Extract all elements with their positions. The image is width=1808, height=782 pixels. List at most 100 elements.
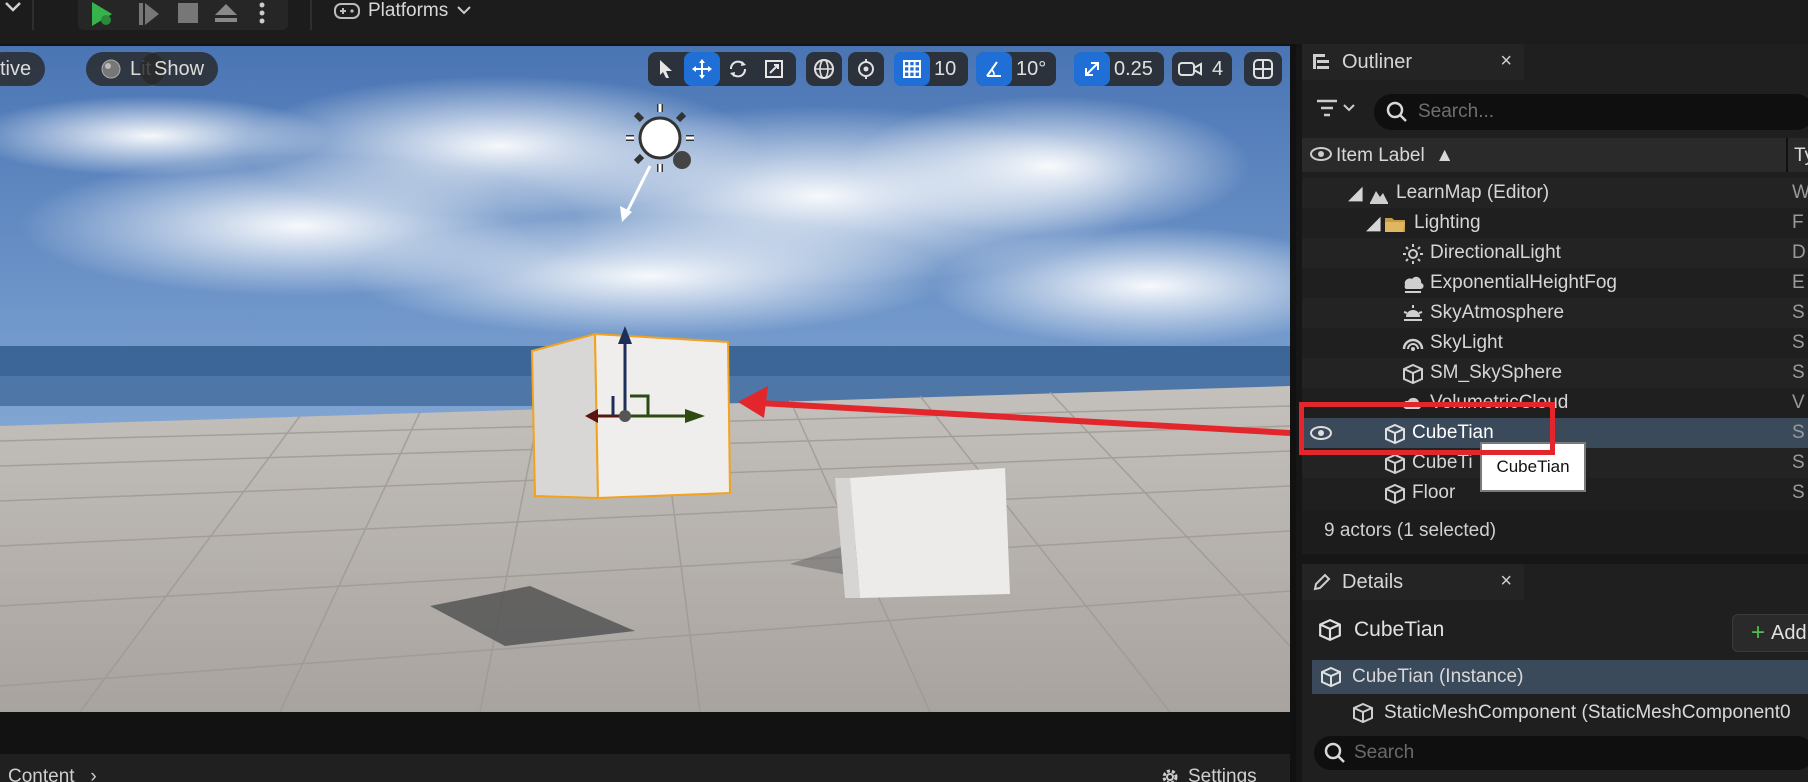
details-search-input[interactable]: Search — [1314, 736, 1808, 770]
eject-icon[interactable] — [212, 0, 240, 28]
transform-tools — [648, 52, 796, 86]
settings-button[interactable]: Settings — [1160, 766, 1257, 782]
close-icon[interactable]: × — [1500, 570, 1512, 593]
viewport-scene[interactable] — [0, 46, 1290, 712]
expand-arrow-icon[interactable]: ◢ — [1348, 182, 1363, 205]
scale-tool-icon[interactable] — [756, 52, 792, 86]
tab-details[interactable]: Details × — [1302, 564, 1524, 600]
chevron-right-icon: › — [79, 766, 97, 782]
search-icon — [1324, 742, 1345, 763]
outliner-search-input[interactable]: Search... — [1374, 94, 1808, 130]
show-label: Show — [154, 57, 205, 80]
play-icon[interactable] — [88, 0, 116, 28]
grid-snap-control[interactable]: 10 — [894, 52, 968, 86]
more-options-icon[interactable] — [248, 0, 276, 28]
platforms-menu[interactable]: Platforms — [334, 0, 472, 22]
main-toolbar: Platforms — [0, 0, 1808, 44]
expand-arrow-icon[interactable]: ◢ — [1366, 212, 1381, 235]
component-row-instance[interactable]: CubeTian (Instance) — [1312, 660, 1808, 694]
directional-light-icon — [1403, 244, 1423, 264]
angle-snap-icon[interactable] — [976, 52, 1012, 86]
scale-snap-icon[interactable] — [1074, 52, 1110, 86]
viewport-layout-button[interactable] — [1244, 52, 1282, 86]
platforms-label: Platforms — [368, 0, 449, 21]
search-placeholder: Search... — [1418, 101, 1495, 122]
tab-outliner[interactable]: Outliner × — [1302, 44, 1524, 80]
outliner-row-skyatmosphere[interactable]: SkyAtmosphere S — [1302, 298, 1808, 328]
row-label: SkyAtmosphere — [1430, 302, 1565, 323]
row-type: W — [1792, 182, 1808, 203]
actor-name-field[interactable]: CubeTian — [1318, 618, 1444, 642]
content-label: Content — [8, 766, 75, 782]
angle-snap-control[interactable]: 10° — [976, 52, 1056, 86]
row-label: SkyLight — [1430, 332, 1503, 353]
component-row-staticmesh[interactable]: StaticMeshComponent (StaticMeshComponent… — [1312, 696, 1808, 730]
outliner-row-sm-skysphere[interactable]: SM_SkySphere S — [1302, 358, 1808, 388]
row-type: E — [1792, 272, 1805, 293]
chevron-down-icon — [1343, 104, 1355, 112]
level-viewport[interactable]: tive Lit Show 10 10° — [0, 46, 1290, 712]
pencil-icon — [1313, 573, 1331, 591]
filter-button[interactable] — [1316, 98, 1356, 118]
actor-name: CubeTian — [1354, 618, 1445, 641]
outliner-row-exponentialheightfog[interactable]: ExponentialHeightFog E — [1302, 268, 1808, 298]
static-mesh-icon — [1385, 453, 1405, 475]
gamepad-icon — [334, 3, 360, 19]
static-mesh-icon — [1321, 666, 1341, 688]
actor-count-status: 9 actors (1 selected) — [1324, 520, 1497, 541]
add-label: Add — [1771, 621, 1807, 644]
perspective-label: tive — [0, 57, 32, 80]
grid-snap-icon[interactable] — [894, 52, 930, 86]
filter-icon — [1317, 99, 1337, 117]
select-tool-icon[interactable] — [648, 52, 684, 86]
lit-sphere-icon — [101, 59, 121, 79]
add-component-button[interactable]: + Add — [1732, 614, 1808, 652]
content-drawer-button[interactable]: Content › — [8, 766, 97, 782]
viewport-show-button[interactable]: Show — [140, 52, 219, 86]
translate-tool-icon[interactable] — [684, 52, 720, 86]
sky-atmosphere-icon — [1403, 305, 1423, 321]
rotate-tool-icon[interactable] — [720, 52, 756, 86]
outliner-row-directionallight[interactable]: DirectionalLight D — [1302, 238, 1808, 268]
scale-snap-control[interactable]: 0.25 — [1074, 52, 1164, 86]
surface-snap-icon — [858, 59, 874, 79]
camera-speed-control[interactable]: 4 — [1172, 52, 1232, 86]
row-type: S — [1792, 452, 1805, 473]
row-label: LearnMap (Editor) — [1396, 182, 1550, 203]
chevron-down-icon[interactable] — [0, 0, 28, 28]
details-search-placeholder: Search — [1354, 742, 1415, 763]
column-divider[interactable] — [1786, 138, 1788, 172]
outliner-row-learnmap[interactable]: ◢ LearnMap (Editor) W — [1302, 178, 1808, 208]
play-controls — [78, 0, 288, 30]
type-column-header[interactable]: Ty — [1794, 145, 1808, 167]
outliner-status-bar: 9 actors (1 selected) — [1302, 510, 1808, 554]
world-local-toggle[interactable] — [806, 52, 842, 86]
instance-label: CubeTian (Instance) — [1352, 666, 1524, 687]
viewport-perspective-button[interactable]: tive — [0, 52, 46, 86]
outliner-tab-label: Outliner — [1342, 50, 1413, 73]
layout-grid-icon — [1253, 59, 1273, 79]
visibility-column-icon[interactable] — [1310, 145, 1332, 169]
grid-snap-value: 10 — [934, 57, 957, 80]
details-tab-label: Details — [1342, 570, 1404, 593]
row-type: S — [1792, 302, 1805, 323]
settings-label: Settings — [1188, 766, 1257, 782]
camera-speed-value: 4 — [1212, 57, 1224, 80]
close-icon[interactable]: × — [1500, 50, 1512, 73]
outliner-row-skylight[interactable]: SkyLight S — [1302, 328, 1808, 358]
camera-icon[interactable] — [1172, 52, 1208, 86]
details-panel: Details × CubeTian + Add CubeTian (Insta… — [1302, 564, 1808, 782]
row-type: S — [1792, 332, 1805, 353]
viewport-bottom-bar — [0, 712, 1290, 754]
advance-frame-icon[interactable] — [136, 0, 164, 28]
sort-ascending-icon: ▲ — [1430, 145, 1455, 166]
item-label-column[interactable]: Item Label ▲ — [1336, 145, 1454, 167]
outliner-icon — [1313, 54, 1329, 69]
row-label: ExponentialHeightFog — [1430, 272, 1617, 293]
search-icon — [1386, 101, 1407, 122]
stop-icon[interactable] — [174, 0, 202, 28]
row-label: SM_SkySphere — [1430, 362, 1563, 383]
surface-snap-toggle[interactable] — [848, 52, 884, 86]
row-type: S — [1792, 482, 1805, 503]
outliner-row-lighting[interactable]: ◢ Lighting F — [1302, 208, 1808, 238]
